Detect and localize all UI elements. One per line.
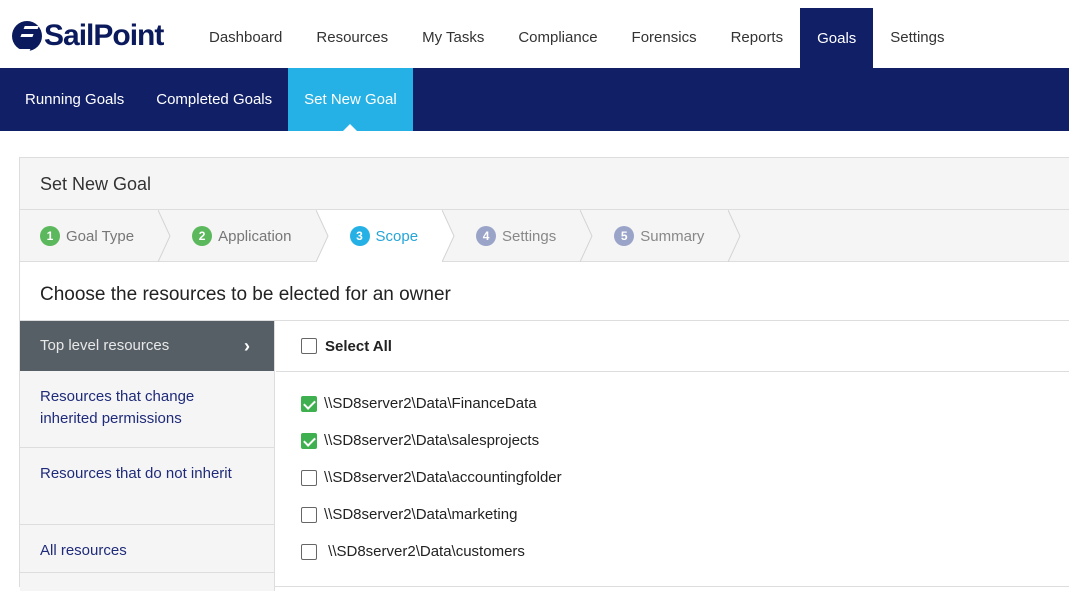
- sub-navigation: Running Goals Completed Goals Set New Go…: [0, 68, 1069, 132]
- topnav-items: Dashboard Resources My Tasks Compliance …: [192, 0, 962, 68]
- resource-row[interactable]: \\SD8server2\Data\salesprojects: [276, 422, 1069, 459]
- resource-checkbox[interactable]: [301, 506, 317, 523]
- topnav-dashboard[interactable]: Dashboard: [192, 0, 299, 68]
- step-number: 2: [192, 226, 213, 246]
- resource-list: Select All \\SD8server2\Data\FinanceData…: [276, 321, 1069, 591]
- subnav-completed-goals[interactable]: Completed Goals: [140, 68, 288, 131]
- resource-checkbox[interactable]: [301, 469, 317, 486]
- brand-name: SailPoint: [44, 19, 164, 52]
- step-separator: [580, 210, 594, 262]
- resource-filter-nav: Top level resources › Resources that cha…: [20, 321, 275, 591]
- step-label: Application: [218, 227, 292, 245]
- filter-label: Top level resources: [40, 337, 170, 354]
- wizard-steps: 1 Goal Type 2 Application 3 Scope 4 Sett…: [20, 210, 1069, 262]
- step-separator: [728, 210, 742, 262]
- subnav-running-goals[interactable]: Running Goals: [9, 68, 140, 131]
- step-label: Scope: [375, 227, 419, 245]
- step-summary[interactable]: 5 Summary: [594, 210, 728, 262]
- select-all-checkbox[interactable]: [301, 338, 317, 354]
- step-separator: [442, 210, 456, 262]
- step-number: 5: [614, 226, 635, 246]
- top-navigation: SailPoint Dashboard Resources My Tasks C…: [0, 0, 1069, 68]
- filter-no-inheritance[interactable]: Resources that do not inherit: [20, 448, 274, 525]
- step-settings[interactable]: 4 Settings: [456, 210, 580, 262]
- sailpoint-logo-icon: [12, 21, 42, 51]
- subnav-set-new-goal[interactable]: Set New Goal: [288, 68, 413, 132]
- select-all-row[interactable]: Select All: [276, 321, 1069, 372]
- step-label: Goal Type: [66, 227, 135, 245]
- resource-row[interactable]: \\SD8server2\Data\FinanceData: [276, 385, 1069, 422]
- topnav-my-tasks[interactable]: My Tasks: [405, 0, 501, 68]
- step-label: Summary: [640, 227, 705, 245]
- resource-checkbox[interactable]: [301, 395, 317, 412]
- topnav-goals[interactable]: Goals: [800, 8, 874, 68]
- resource-row[interactable]: \\SD8server2\Data\marketing: [276, 496, 1069, 533]
- resource-row[interactable]: \\SD8server2\Data\customers: [276, 533, 1069, 570]
- resource-checkbox[interactable]: [301, 432, 317, 449]
- filter-top-level-resources[interactable]: Top level resources ›: [20, 321, 274, 371]
- resource-row[interactable]: \\SD8server2\Data\accountingfolder: [276, 459, 1069, 496]
- resource-path: \\SD8server2\Data\salesprojects: [324, 432, 540, 449]
- select-all-label: Select All: [325, 337, 392, 355]
- step-goal-type[interactable]: 1 Goal Type: [20, 210, 158, 262]
- topnav-compliance[interactable]: Compliance: [501, 0, 614, 68]
- topnav-settings[interactable]: Settings: [873, 0, 961, 68]
- resource-checkbox[interactable]: [301, 543, 317, 560]
- resource-path: \\SD8server2\Data\marketing: [324, 506, 518, 523]
- filter-all-resources[interactable]: All resources: [20, 525, 274, 573]
- set-new-goal-panel: Set New Goal 1 Goal Type 2 Application 3…: [19, 157, 1069, 591]
- panel-title: Set New Goal: [20, 158, 1069, 210]
- resource-path: \\SD8server2\Data\customers: [324, 543, 525, 560]
- resource-path: \\SD8server2\Data\FinanceData: [324, 395, 537, 412]
- step-separator: [158, 210, 172, 262]
- topnav-resources[interactable]: Resources: [299, 0, 405, 68]
- step-number: 1: [40, 226, 60, 246]
- filter-changed-inheritance[interactable]: Resources that change inherited permissi…: [20, 371, 274, 448]
- step-application[interactable]: 2 Application: [172, 210, 315, 262]
- sailpoint-logo[interactable]: SailPoint: [12, 19, 164, 52]
- scope-instruction: Choose the resources to be elected for a…: [40, 284, 451, 305]
- resource-path: \\SD8server2\Data\accountingfolder: [324, 469, 562, 486]
- step-label: Settings: [502, 227, 557, 245]
- topnav-forensics[interactable]: Forensics: [615, 0, 714, 68]
- topnav-reports[interactable]: Reports: [714, 0, 801, 68]
- step-number: 3: [349, 226, 370, 246]
- chevron-right-icon: ›: [244, 336, 250, 356]
- step-number: 4: [476, 226, 497, 246]
- step-scope[interactable]: 3 Scope: [329, 210, 443, 262]
- resource-rows: \\SD8server2\Data\FinanceData \\SD8serve…: [276, 372, 1069, 570]
- step-separator: [315, 210, 330, 262]
- scope-content: Top level resources › Resources that cha…: [20, 320, 1069, 591]
